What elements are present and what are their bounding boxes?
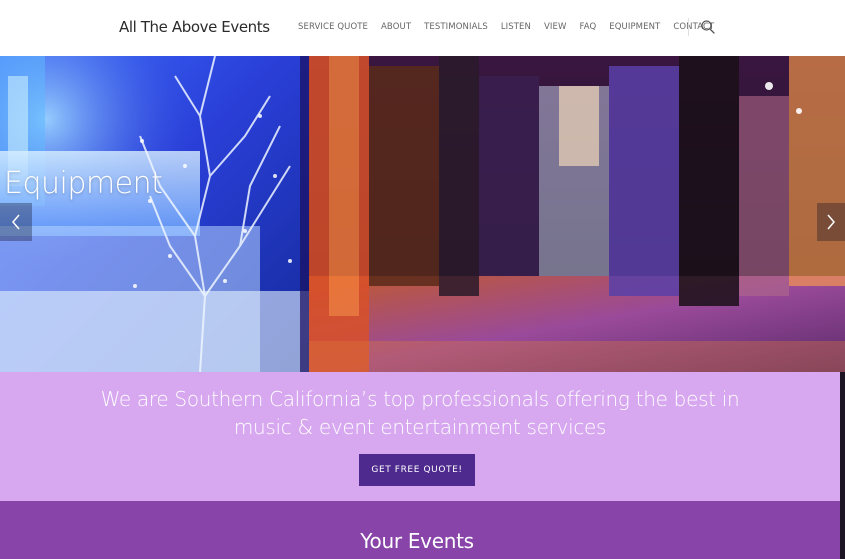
hero-image-dance-floor xyxy=(309,56,845,372)
chevron-right-icon xyxy=(827,214,835,230)
search-icon[interactable] xyxy=(700,19,716,35)
slider-next-button[interactable] xyxy=(817,203,845,241)
site-header: All The Above Events SERVICE QUOTE ABOUT… xyxy=(0,0,845,56)
tagline-section: We are Southern California’s top profess… xyxy=(0,372,840,501)
main-nav: SERVICE QUOTE ABOUT TESTIMONIALS LISTEN … xyxy=(298,22,727,32)
events-section: Your Events xyxy=(0,501,840,559)
nav-item-view[interactable]: VIEW xyxy=(544,22,567,32)
hero-slide-title: Equipment xyxy=(4,166,163,201)
nav-item-testimonials[interactable]: TESTIMONIALS xyxy=(424,22,488,32)
site-logo[interactable]: All The Above Events xyxy=(119,18,270,36)
page-edge-shadow xyxy=(840,372,845,559)
nav-divider xyxy=(688,18,689,36)
tagline-text: We are Southern California’s top profess… xyxy=(0,385,840,441)
nav-item-equipment[interactable]: EQUIPMENT xyxy=(609,22,660,32)
get-free-quote-button[interactable]: GET FREE QUOTE! xyxy=(359,454,475,486)
tagline-line-1: We are Southern California’s top profess… xyxy=(100,387,740,411)
hero-image-lounge xyxy=(0,56,309,372)
nav-item-about[interactable]: ABOUT xyxy=(381,22,411,32)
nav-item-service-quote[interactable]: SERVICE QUOTE xyxy=(298,22,368,32)
tagline-line-2: music & event entertainment services xyxy=(233,415,607,439)
nav-item-faq[interactable]: FAQ xyxy=(580,22,597,32)
chevron-left-icon xyxy=(12,214,20,230)
slider-prev-button[interactable] xyxy=(0,203,32,241)
events-heading: Your Events xyxy=(360,529,474,553)
nav-item-listen[interactable]: LISTEN xyxy=(501,22,531,32)
hero-slider: Equipment xyxy=(0,56,845,372)
